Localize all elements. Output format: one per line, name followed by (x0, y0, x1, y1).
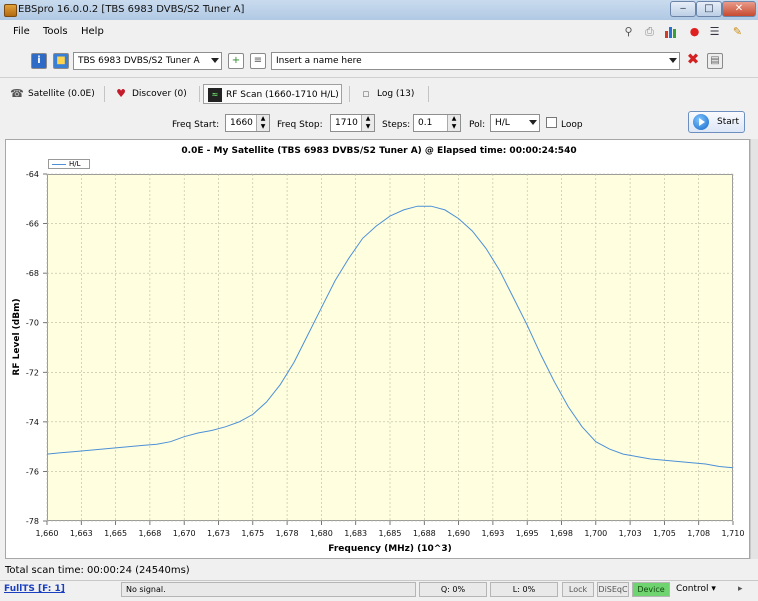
x-tick-label: 1,710 (722, 529, 745, 538)
x-tick-label: 1,688 (413, 529, 436, 538)
series-line-hl (46, 205, 734, 469)
y-tick-label: -66 (26, 220, 39, 229)
y-tick-label: -70 (26, 319, 39, 328)
x-tick-label: 1,678 (276, 529, 299, 538)
x-tick-label: 1,683 (344, 529, 367, 538)
x-tick-label: 1,663 (70, 529, 93, 538)
y-tick-label: -76 (26, 467, 39, 476)
level-meter: L: 0% (490, 582, 558, 597)
x-tick-label: 1,703 (619, 529, 642, 538)
x-tick-label: 1,698 (550, 529, 573, 538)
x-tick-label: 1,675 (241, 529, 264, 538)
total-scan-time: Total scan time: 00:00:24 (24540ms) (5, 565, 190, 576)
control-menu[interactable]: Control ▾ (676, 584, 716, 594)
y-tick-label: -68 (26, 269, 39, 278)
y-tick-label: -74 (26, 418, 39, 427)
lock-indicator: Lock (562, 582, 594, 597)
x-axis-label: Frequency (MHz) (10^3) (328, 544, 452, 554)
x-tick-label: 1,700 (584, 529, 607, 538)
x-tick-label: 1,685 (379, 529, 402, 538)
more-icon[interactable]: ▸ (738, 584, 743, 594)
x-tick-label: 1,695 (516, 529, 539, 538)
x-tick-label: 1,690 (447, 529, 470, 538)
diseqc-indicator: DiSEqC (597, 582, 629, 597)
y-axis-label: RF Level (dBm) (12, 298, 22, 376)
x-tick-label: 1,708 (687, 529, 710, 538)
x-tick-label: 1,680 (310, 529, 333, 538)
signal-status: No signal. (121, 582, 416, 597)
x-tick-label: 1,693 (481, 529, 504, 538)
quality-meter: Q: 0% (419, 582, 487, 597)
x-tick-label: 1,660 (36, 529, 59, 538)
x-tick-label: 1,670 (173, 529, 196, 538)
y-tick-label: -78 (26, 517, 39, 526)
x-tick-label: 1,665 (104, 529, 127, 538)
device-indicator: Device (632, 582, 670, 597)
rf-scan-chart: 1,660 1,663 1,665 1,668 1,670 1,673 1,675 1,678… (26, 170, 745, 538)
x-tick-label: 1,705 (653, 529, 676, 538)
y-tick-label: -64 (26, 170, 39, 179)
fullts-link[interactable]: FullTS [F: 1] (4, 584, 65, 594)
x-tick-label: 1,668 (138, 529, 161, 538)
y-tick-label: -72 (26, 368, 39, 377)
x-tick-label: 1,673 (207, 529, 230, 538)
